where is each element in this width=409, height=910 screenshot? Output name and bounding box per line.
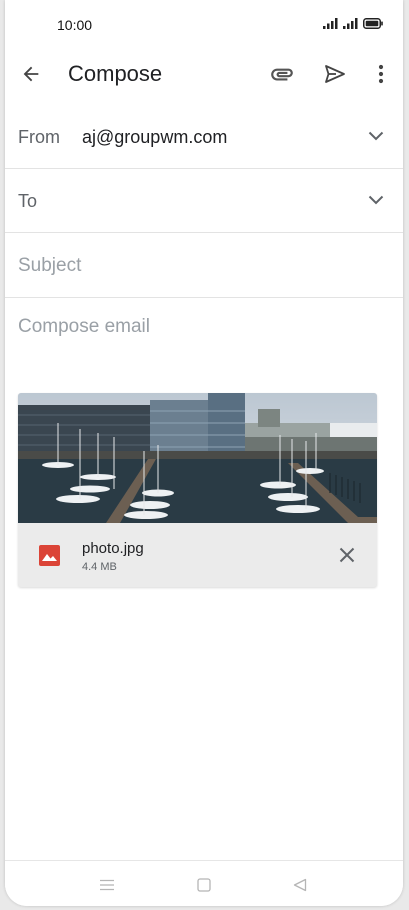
phone-screen: 10:00 Compose From aj@groupwm.com To Sub… (5, 0, 403, 906)
body-placeholder: Compose email (18, 316, 150, 337)
attachment-filename: photo.jpg (82, 540, 144, 557)
close-icon (339, 547, 355, 563)
arrow-back-icon (23, 66, 39, 82)
status-icons (323, 17, 383, 29)
back-button[interactable] (15, 58, 47, 90)
to-label: To (18, 191, 38, 211)
to-expand-button[interactable] (365, 189, 387, 211)
status-time: 10:00 (57, 17, 93, 33)
from-expand-button[interactable] (365, 125, 387, 147)
paperclip-icon (271, 68, 293, 81)
page-title: Compose (68, 61, 163, 86)
attachment-type-icon (39, 545, 60, 571)
from-label: From (18, 127, 60, 147)
attach-button[interactable] (266, 58, 298, 90)
app-bar: Compose (5, 50, 403, 98)
subject-placeholder: Subject (18, 255, 82, 276)
triangle-back-icon (293, 878, 307, 892)
send-button[interactable] (319, 58, 351, 90)
more-vert-icon (378, 64, 384, 84)
subject-field[interactable]: Subject (5, 233, 403, 298)
chevron-down-icon (368, 195, 384, 205)
image-icon (39, 545, 60, 566)
nav-home-button[interactable] (194, 875, 214, 895)
to-row[interactable]: To (5, 168, 403, 233)
status-bar: 10:00 (5, 0, 403, 50)
attachment-photo-preview (18, 393, 377, 523)
chevron-down-icon (368, 131, 384, 141)
signal-icon-2 (343, 18, 358, 29)
from-value: aj@groupwm.com (82, 127, 228, 147)
signal-icon (323, 18, 338, 29)
attachment-size: 4.4 MB (82, 561, 117, 573)
more-options-button[interactable] (368, 58, 394, 90)
square-home-icon (197, 878, 211, 892)
from-row[interactable]: From aj@groupwm.com (5, 104, 403, 169)
nav-menu-button[interactable] (97, 875, 117, 895)
system-nav-bar (5, 860, 403, 906)
menu-icon (100, 879, 114, 891)
attachment-card[interactable]: photo.jpg 4.4 MB (18, 393, 377, 587)
send-icon (325, 65, 345, 83)
battery-icon (363, 18, 383, 29)
nav-back-button[interactable] (290, 875, 310, 895)
compose-body-field[interactable]: Compose email (5, 298, 403, 378)
remove-attachment-button[interactable] (335, 543, 359, 567)
